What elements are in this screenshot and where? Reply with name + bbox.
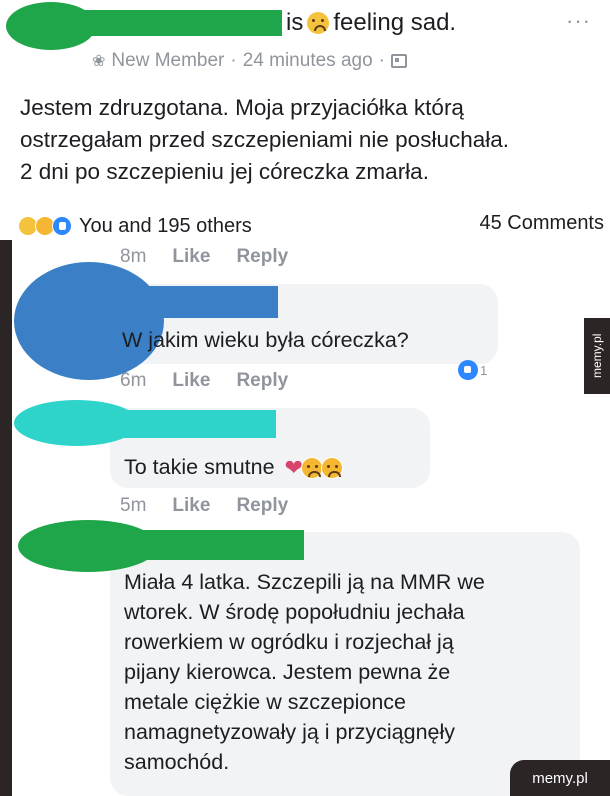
comment-time: 6m bbox=[120, 370, 147, 391]
redacted-commenter-name bbox=[100, 410, 276, 438]
reactions-bar: You and 195 others 45 Comments bbox=[18, 212, 610, 240]
new-member-icon: ❀ bbox=[92, 53, 106, 70]
feeling-status: is feeling sad. bbox=[286, 9, 456, 37]
comment-text: W jakim wieku była córeczka? bbox=[122, 328, 409, 352]
comment-actions: 8m Like Reply bbox=[120, 246, 288, 268]
post-body-line: ostrzegałam przed szczepieniami nie posł… bbox=[20, 127, 510, 152]
comment-text: Miała 4 latka. Szczepili ją na MMR we wt… bbox=[124, 567, 485, 777]
reply-button[interactable]: Reply bbox=[236, 370, 288, 392]
comments-count[interactable]: 45 Comments bbox=[480, 212, 605, 235]
redacted-avatar bbox=[14, 262, 164, 380]
post-body-line: Jestem zdruzgotana. Moja przyjaciółka kt… bbox=[20, 95, 464, 120]
reply-button[interactable]: Reply bbox=[236, 246, 288, 268]
more-options-icon[interactable]: ··· bbox=[566, 8, 591, 34]
meta-separator: · bbox=[230, 50, 237, 71]
left-frame-strip bbox=[0, 240, 12, 796]
reaction-icons[interactable] bbox=[18, 216, 72, 236]
like-button[interactable]: Like bbox=[172, 246, 210, 268]
comment-time: 8m bbox=[120, 246, 147, 267]
comment-line: rowerkiem w ogródku i rozjechał ją bbox=[124, 630, 454, 654]
comment-line: metale ciężkie w szczepionce bbox=[124, 690, 407, 714]
sad-face-icon bbox=[301, 457, 323, 480]
reply-button[interactable]: Reply bbox=[236, 495, 288, 517]
post-body-line: 2 dni po szczepieniu jej córeczka zmarła… bbox=[20, 159, 429, 184]
like-reaction-icon bbox=[458, 360, 478, 380]
comment-line: wtorek. W środę popołudniu jechała bbox=[124, 600, 465, 624]
post-timestamp[interactable]: 24 minutes ago bbox=[243, 50, 373, 72]
post-body: Jestem zdruzgotana. Moja przyjaciółka kt… bbox=[20, 92, 605, 188]
comment-text-row: To takie smutne ❤ bbox=[124, 452, 343, 482]
comment-text: To takie smutne bbox=[124, 455, 275, 479]
member-badge[interactable]: New Member bbox=[111, 50, 224, 72]
post-header: is feeling sad. ··· ❀ New Member · 24 mi… bbox=[0, 0, 610, 80]
comment-reaction-badge[interactable]: 1 bbox=[458, 360, 487, 380]
comment-line: Miała 4 latka. Szczepili ją na MMR we bbox=[124, 570, 485, 594]
sad-face-icon bbox=[321, 457, 343, 480]
like-reaction-icon bbox=[52, 216, 72, 236]
like-button[interactable]: Like bbox=[172, 495, 210, 517]
feeling-text: feeling sad. bbox=[333, 9, 457, 36]
reactions-summary[interactable]: You and 195 others bbox=[79, 215, 252, 238]
comment-actions: 6m Like Reply bbox=[120, 370, 288, 392]
comment-time: 5m bbox=[120, 495, 147, 516]
comment-line: pijany kierowca. Jestem pewna że bbox=[124, 660, 451, 684]
post-meta: ❀ New Member · 24 minutes ago · bbox=[92, 50, 407, 72]
feeling-prefix: is bbox=[286, 9, 304, 36]
redacted-commenter-name bbox=[100, 286, 278, 318]
audience-icon[interactable] bbox=[390, 54, 407, 68]
redacted-author-name bbox=[80, 10, 282, 36]
meta-separator: · bbox=[378, 50, 385, 71]
like-button[interactable]: Like bbox=[172, 370, 210, 392]
comment-line: samochód. bbox=[124, 750, 230, 774]
comment-actions: 5m Like Reply bbox=[120, 495, 288, 517]
comment-line: namagnetyzowały ją i przyciągnęły bbox=[124, 720, 456, 744]
side-watermark: memy.pl bbox=[584, 318, 610, 394]
redacted-commenter-name bbox=[110, 530, 304, 560]
corner-watermark: memy.pl bbox=[510, 760, 610, 796]
comment-emojis: ❤ bbox=[285, 457, 343, 480]
comment-reaction-count: 1 bbox=[480, 362, 488, 378]
sad-face-icon bbox=[307, 12, 330, 34]
